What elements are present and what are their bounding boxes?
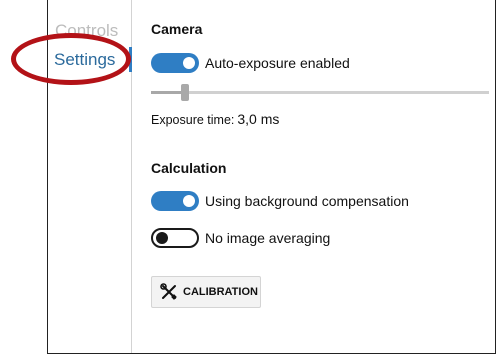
nav-item-controls[interactable]: Controls (55, 21, 118, 41)
toggle-knob (183, 57, 195, 69)
exposure-time-label: Exposure time: (151, 113, 235, 127)
exposure-slider-fill (151, 91, 185, 94)
camera-heading: Camera (151, 21, 203, 37)
nav-selected-indicator (129, 47, 132, 72)
background-compensation-label: Using background compensation (205, 193, 409, 209)
nav-item-settings[interactable]: Settings (54, 50, 115, 70)
exposure-slider[interactable] (151, 91, 489, 94)
side-nav: Controls Settings (48, 0, 130, 353)
calibration-button[interactable]: CALIBRATION (151, 276, 261, 308)
exposure-time-value: 3,0 ms (237, 111, 280, 127)
image-averaging-toggle[interactable] (151, 228, 199, 248)
calculation-heading: Calculation (151, 160, 227, 176)
toggle-knob (183, 195, 195, 207)
settings-panel: Controls Settings Camera Auto-exposure e… (47, 0, 496, 354)
background-compensation-toggle[interactable] (151, 191, 199, 211)
image-averaging-label: No image averaging (205, 230, 331, 246)
exposure-time-readout: Exposure time: 3,0 ms (151, 111, 279, 127)
tools-icon (159, 282, 179, 302)
exposure-slider-thumb[interactable] (180, 84, 189, 101)
auto-exposure-toggle[interactable] (151, 53, 199, 73)
toggle-knob (156, 232, 168, 244)
calibration-button-label: CALIBRATION (183, 286, 258, 298)
auto-exposure-label: Auto-exposure enabled (205, 55, 350, 71)
